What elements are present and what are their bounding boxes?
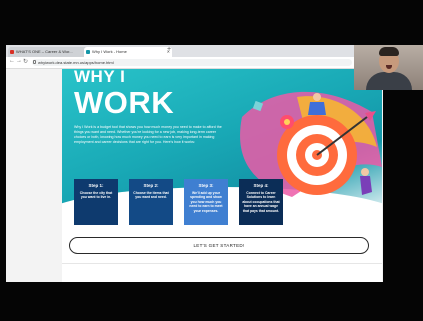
step-card-2: Step 2: Choose the items that you want a…: [129, 179, 173, 225]
get-started-button[interactable]: LET'S GET STARTED!: [69, 237, 369, 254]
step-description: We'll add up your spending and show you …: [189, 191, 223, 213]
content-card: WHY I WORK Why I Work is a budget tool t…: [62, 69, 382, 282]
tab-why-i-work[interactable]: Why I Work - Home ✕: [84, 47, 172, 57]
tab-career[interactable]: WHAT'S ONE – Career & Wor... ✕: [8, 47, 90, 57]
steps-row: Step 1: Choose the city that you want to…: [74, 179, 344, 225]
hero-intro-text: Why I Work is a budget tool that shows y…: [74, 125, 222, 144]
step-card-4: Step 4: Connect to Career Solutions to l…: [239, 179, 283, 225]
presenter-hair: [379, 47, 399, 56]
step-title: Step 3:: [198, 183, 214, 188]
runner-body-icon: [360, 176, 372, 195]
forward-arrow-icon[interactable]: →: [16, 58, 22, 64]
address-bar: ← → ↻ whyiwork.dea.state.mn.us/apps/home…: [6, 57, 383, 69]
web-page: WHY I WORK Why I Work is a budget tool t…: [6, 69, 383, 282]
webcam-overlay: [354, 45, 423, 90]
step-title: Step 2:: [143, 183, 159, 188]
hero-title-line2: WORK: [74, 85, 175, 120]
tab-label: WHAT'S ONE – Career & Wor...: [16, 49, 73, 54]
divider: [62, 263, 382, 264]
screen-recording: WHAT'S ONE – Career & Wor... ✕ Why I Wor…: [0, 0, 423, 321]
url-field[interactable]: whyiwork.dea.state.mn.us/apps/home.html: [32, 59, 352, 66]
step-description: Connect to Career Solutions to learn abo…: [242, 191, 280, 213]
tab-favicon-icon: [86, 50, 90, 54]
gear-center-icon: [284, 119, 290, 125]
back-arrow-icon[interactable]: ←: [9, 58, 15, 64]
person-body-icon: [308, 102, 326, 115]
person-head-icon: [313, 93, 321, 101]
url-text: whyiwork.dea.state.mn.us/apps/home.html: [38, 60, 114, 65]
tab-favicon-icon: [10, 50, 14, 54]
step-title: Step 4:: [253, 183, 269, 188]
step-description: Choose the items that you want and need.: [133, 191, 169, 200]
runner-head-icon: [361, 168, 369, 176]
step-title: Step 1:: [88, 183, 104, 188]
reload-icon[interactable]: ↻: [23, 58, 28, 65]
step-card-3: Step 3: We'll add up your spending and s…: [184, 179, 228, 225]
browser-window: WHAT'S ONE – Career & Wor... ✕ Why I Wor…: [6, 45, 383, 282]
new-tab-button[interactable]: +: [167, 46, 171, 53]
tab-bar: WHAT'S ONE – Career & Wor... ✕ Why I Wor…: [6, 45, 383, 57]
step-description: Choose the city that you want to live in…: [79, 191, 113, 200]
tab-label: Why I Work - Home: [92, 49, 127, 54]
lock-icon: [33, 60, 36, 64]
step-card-1: Step 1: Choose the city that you want to…: [74, 179, 118, 225]
